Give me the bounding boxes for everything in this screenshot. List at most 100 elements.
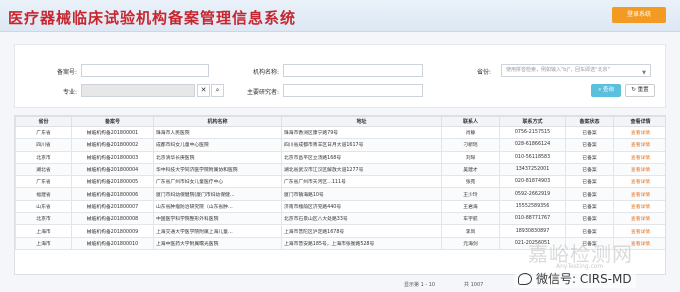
cell-province: 湖北省 [15, 162, 72, 177]
cell-status: 已备案 [565, 187, 614, 201]
table-row: 上海市 械临机构备201800009 上海交通大学医学院附属上海儿童… 上海市普陀区泸… [15, 224, 665, 238]
cell-record-no: 械临机构备201800002 [71, 138, 154, 152]
search-button[interactable]: ⌕ 查询 [591, 84, 621, 97]
col-header-address[interactable]: 地址 [281, 116, 442, 127]
watermark-url: AnyTesting.com [556, 263, 604, 270]
col-header-details: 查看详情 [613, 116, 665, 127]
cell-org-name: 华中科技大学同济医学院附属协和医院 [153, 162, 282, 177]
view-details-link[interactable]: 查看详情 [613, 199, 665, 214]
table-row: 湖北省 械临机构备201800004 华中科技大学同济医学院附属协和医院 湖北省武汉市… [15, 162, 665, 177]
cell-org-name: 上海交通大学医学院附属上海儿童… [153, 224, 282, 238]
table-row: 北京市 械临机构备201800008 中国医学科学院整形外科医院 北京市石景山区八大处… [15, 212, 665, 226]
search-panel: 备案号: 机构名称: 省份: 使用拼音检索，例如输入"bj"，回车即选"北京" … [14, 44, 666, 108]
cell-contact: 吴建才 [441, 162, 500, 177]
cell-province: 北京市 [15, 212, 72, 226]
cell-province: 北京市 [15, 150, 72, 164]
view-details-link[interactable]: 查看详情 [613, 175, 665, 189]
cell-phone: 0592-2662919 [499, 187, 566, 201]
specialty-select[interactable] [81, 84, 195, 97]
cell-phone: 15552589356 [499, 199, 566, 214]
cell-phone: 028-61866124 [499, 138, 566, 152]
col-header-record-no[interactable]: 备案号 [71, 116, 154, 127]
cell-address: 济南市槐荫区济兖路440号 [281, 199, 442, 214]
page: 医疗器械临床试验机构备案管理信息系统 登录系统 备案号: 机构名称: 省份: 使… [0, 0, 680, 292]
province-select[interactable]: 使用拼音检索，例如输入"bj"，回车即选"北京" ▼ [501, 64, 651, 77]
main-researcher-label: 主要研究者: [246, 89, 279, 96]
table-row: 福建省 械临机构备201800006 厦门市妇幼保健院(厦门市妇幼保健… 厦门市镇海路… [15, 187, 665, 201]
cell-province: 广东省 [15, 125, 72, 140]
pager-info: 显示第 1 - 10 [404, 282, 436, 288]
view-details-link[interactable]: 查看详情 [613, 162, 665, 177]
cell-contact: 刘琛 [441, 150, 500, 164]
cell-address: 上海市普安路185号，上海市张衡路528号 [281, 236, 442, 250]
org-name-input[interactable] [283, 64, 423, 77]
cell-address: 北京市石景山区八大处路33号 [281, 212, 442, 226]
col-header-phone[interactable]: 联系方式 [499, 116, 566, 127]
view-details-link[interactable]: 查看详情 [613, 187, 665, 201]
cell-province: 上海市 [15, 236, 72, 250]
cell-province: 上海市 [15, 224, 72, 238]
cell-phone: 020-81874903 [499, 175, 566, 189]
main-researcher-input[interactable] [283, 84, 423, 97]
table-row: 山东省 械临机构备201800007 山东省肿瘤防治研究院（山东省肿… 济南市槐荫区济… [15, 199, 665, 214]
view-details-link[interactable]: 查看详情 [613, 224, 665, 238]
view-details-link[interactable]: 查看详情 [613, 212, 665, 226]
cell-province: 四川省 [15, 138, 72, 152]
province-label: 省份: [476, 69, 491, 76]
cell-status: 已备案 [565, 162, 614, 177]
cell-contact: 车宇航 [441, 212, 500, 226]
cell-province: 山东省 [15, 199, 72, 214]
search-button-label: 查询 [602, 87, 614, 93]
cell-contact: 张苑 [441, 175, 500, 189]
cell-status: 已备案 [565, 138, 614, 152]
view-details-link[interactable]: 查看详情 [613, 138, 665, 152]
cell-status: 已备案 [565, 125, 614, 140]
view-details-link[interactable]: 查看详情 [613, 125, 665, 140]
cell-org-name: 山东省肿瘤防治研究院（山东省肿… [153, 199, 282, 214]
cell-org-name: 厦门市妇幼保健院(厦门市妇幼保健… [153, 187, 282, 201]
cell-address: 湖北省武汉市江汉区解放大道1277号 [281, 162, 442, 177]
cell-address: 厦门市镇海路10号 [281, 187, 442, 201]
cell-phone: 0756-2157515 [499, 125, 566, 140]
view-details-link[interactable]: 查看详情 [613, 150, 665, 164]
cell-status: 已备案 [565, 224, 614, 238]
cell-org-name: 珠海市人民医院 [153, 125, 282, 140]
cell-phone: 010-56118583 [499, 150, 566, 164]
record-no-input[interactable] [81, 64, 209, 77]
table-header-row: 省份 备案号 机构名称 地址 联系人 联系方式 备案状态 查看详情 [15, 116, 665, 127]
reset-button-label: 重置 [637, 87, 649, 93]
col-header-status[interactable]: 备案状态 [565, 116, 614, 127]
cell-contact: 王君海 [441, 199, 500, 214]
cell-record-no: 械临机构备201800004 [71, 162, 154, 177]
table-row: 四川省 械临机构备201800002 成都市妇女儿童中心医院 四川省成都市青羊区日月大… [15, 138, 665, 152]
cell-status: 已备案 [565, 175, 614, 189]
cell-org-name: 上海中医药大学附属曙光医院 [153, 236, 282, 250]
reset-button[interactable]: ↻ 重置 [625, 84, 655, 97]
cell-contact: 王少玲 [441, 187, 500, 201]
wechat-id: 微信号: CIRS-MD [536, 272, 632, 286]
specialty-label: 专业: [62, 89, 77, 96]
clear-icon[interactable]: ✕ [197, 84, 210, 97]
cell-phone: 13437252001 [499, 162, 566, 177]
org-name-label: 机构名称: [252, 69, 279, 76]
cell-record-no: 械临机构备201800007 [71, 199, 154, 214]
cell-phone: 18930830897 [499, 224, 566, 238]
cell-address: 珠海市香洲区康宁路79号 [281, 125, 442, 140]
cell-province: 福建省 [15, 187, 72, 201]
cell-record-no: 械临机构备201800010 [71, 236, 154, 250]
wechat-overlay: 微信号: CIRS-MD [514, 270, 636, 288]
cell-org-name: 成都市妇女儿童中心医院 [153, 138, 282, 152]
cell-contact: 李凤 [441, 224, 500, 238]
col-header-contact[interactable]: 联系人 [441, 116, 500, 127]
col-header-province[interactable]: 省份 [15, 116, 72, 127]
table-row: 广东省 械临机构备201800001 珠海市人民医院 珠海市香洲区康宁路79号 肖静 07… [15, 125, 665, 140]
cell-province: 广东省 [15, 175, 72, 189]
search-icon[interactable]: ⌕ [211, 84, 224, 97]
cell-contact: 肖静 [441, 125, 500, 140]
cell-status: 已备案 [565, 199, 614, 214]
col-header-org-name[interactable]: 机构名称 [153, 116, 282, 127]
cell-record-no: 械临机构备201800005 [71, 175, 154, 189]
cell-phone: 010-88771767 [499, 212, 566, 226]
refresh-icon: ↻ [631, 87, 636, 93]
login-button[interactable]: 登录系统 [612, 7, 666, 23]
